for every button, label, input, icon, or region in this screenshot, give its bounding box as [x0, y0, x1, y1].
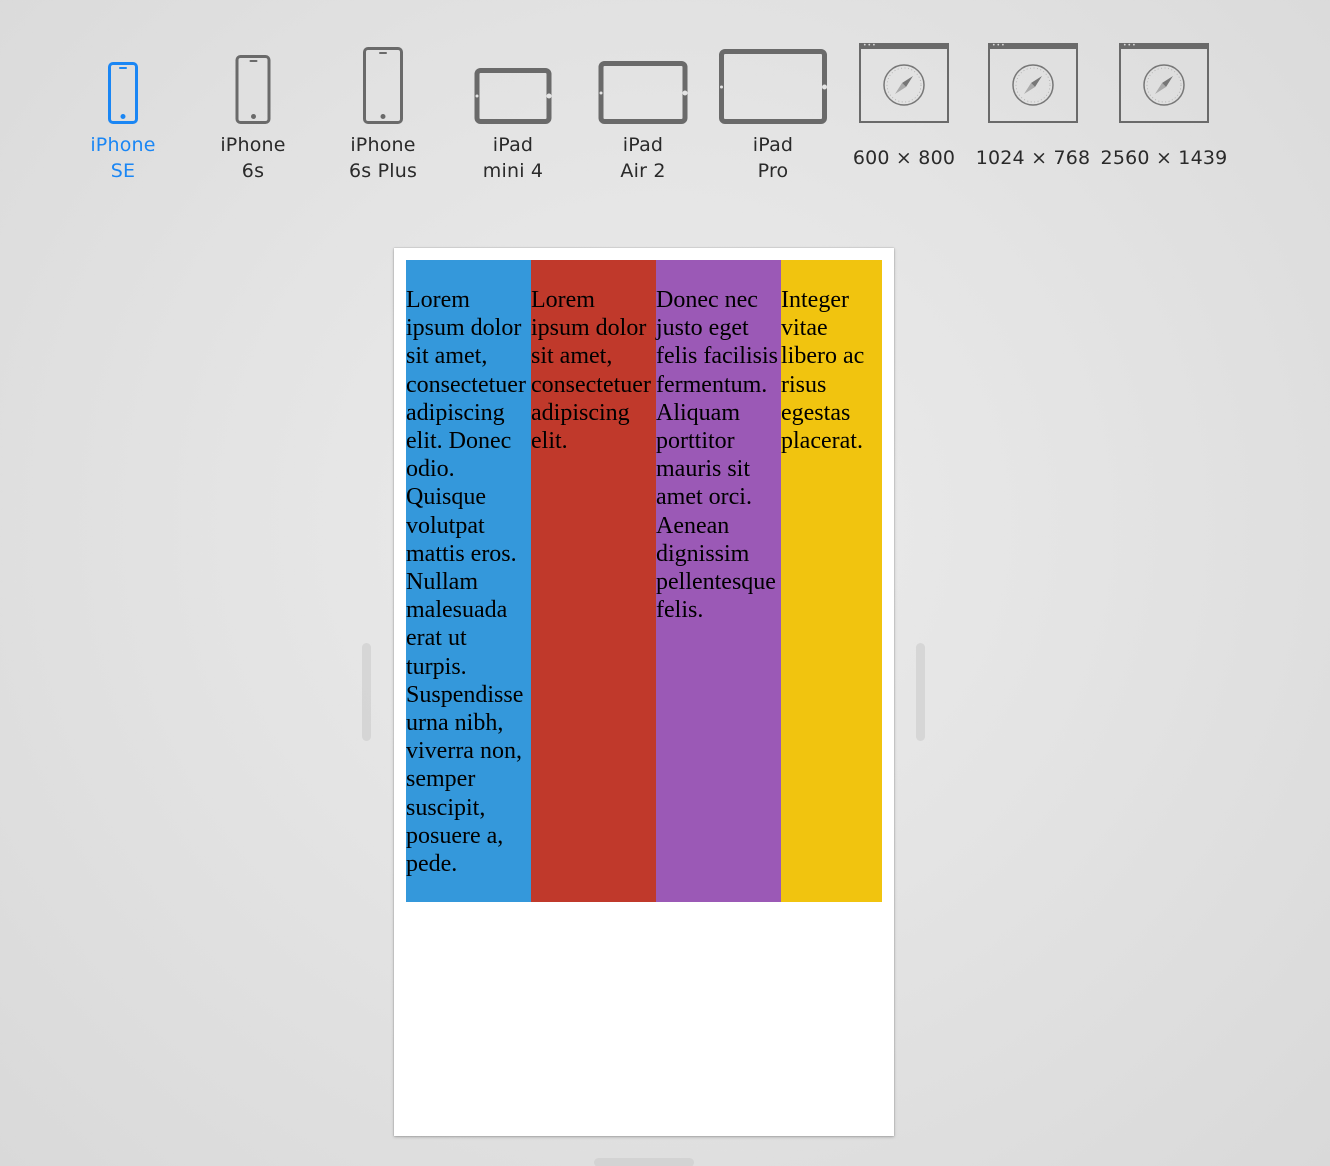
compass-icon [883, 64, 925, 106]
column-container: Lorem ipsum dolor sit amet, consectetuer… [406, 260, 882, 902]
column-text: Integer vitae libero ac risus egestas pl… [781, 287, 865, 455]
device-label: 1024 × 768 [975, 147, 1091, 169]
resize-handle-right[interactable] [916, 643, 925, 741]
device-iphone-6s-plus[interactable]: iPhone 6s Plus [318, 40, 448, 190]
compass-icon [1143, 64, 1185, 106]
browser-window-icon: ••• [859, 43, 949, 123]
iphone-icon [235, 55, 271, 124]
column-yellow: Integer vitae libero ac risus egestas pl… [781, 260, 882, 902]
device-label: 2560 × 1439 [1100, 147, 1228, 169]
device-iphone-6s[interactable]: iPhone 6s [188, 40, 318, 190]
ipad-icon [719, 49, 827, 124]
column-red: Lorem ipsum dolor sit amet, consectetuer… [531, 260, 656, 902]
column-text: Lorem ipsum dolor sit amet, consectetuer… [406, 287, 526, 878]
resize-handle-left[interactable] [362, 643, 371, 741]
device-size-2560x1439[interactable]: ••• 2560 × 1439 [1099, 40, 1229, 190]
column-purple: Donec nec justo eget felis facilisis fer… [656, 260, 781, 902]
device-label: 600 × 800 [852, 147, 956, 169]
device-toolbar: iPhone SE iPhone 6s iPhone 6s Plus iPad … [0, 0, 1330, 220]
device-ipad-air-2[interactable]: iPad Air 2 [578, 40, 708, 190]
ipad-icon [598, 61, 688, 124]
device-ipad-pro[interactable]: iPad Pro [708, 40, 838, 190]
iphone-icon [108, 62, 138, 124]
compass-icon [1012, 64, 1054, 106]
device-iphone-se[interactable]: iPhone SE [58, 40, 188, 190]
device-label: iPad Pro [752, 134, 794, 182]
column-text: Lorem ipsum dolor sit amet, consectetuer… [531, 287, 651, 455]
device-label: iPad Air 2 [620, 134, 666, 182]
resize-handle-bottom[interactable] [594, 1158, 694, 1166]
device-size-1024x768[interactable]: ••• 1024 × 768 [968, 40, 1098, 190]
device-label: iPad mini 4 [482, 134, 544, 182]
browser-window-icon: ••• [1119, 43, 1209, 123]
responsive-preview-viewport: Lorem ipsum dolor sit amet, consectetuer… [394, 248, 894, 1136]
device-size-600x800[interactable]: ••• 600 × 800 [839, 40, 969, 190]
browser-window-icon: ••• [988, 43, 1078, 123]
device-label: iPhone 6s [220, 134, 286, 182]
device-label: iPhone 6s Plus [348, 134, 418, 182]
device-label: iPhone SE [90, 134, 156, 182]
iphone-icon [363, 47, 403, 124]
column-text: Donec nec justo eget felis facilisis fer… [656, 287, 778, 624]
ipad-icon [474, 68, 552, 124]
column-blue: Lorem ipsum dolor sit amet, consectetuer… [406, 260, 531, 902]
device-ipad-mini-4[interactable]: iPad mini 4 [448, 40, 578, 190]
